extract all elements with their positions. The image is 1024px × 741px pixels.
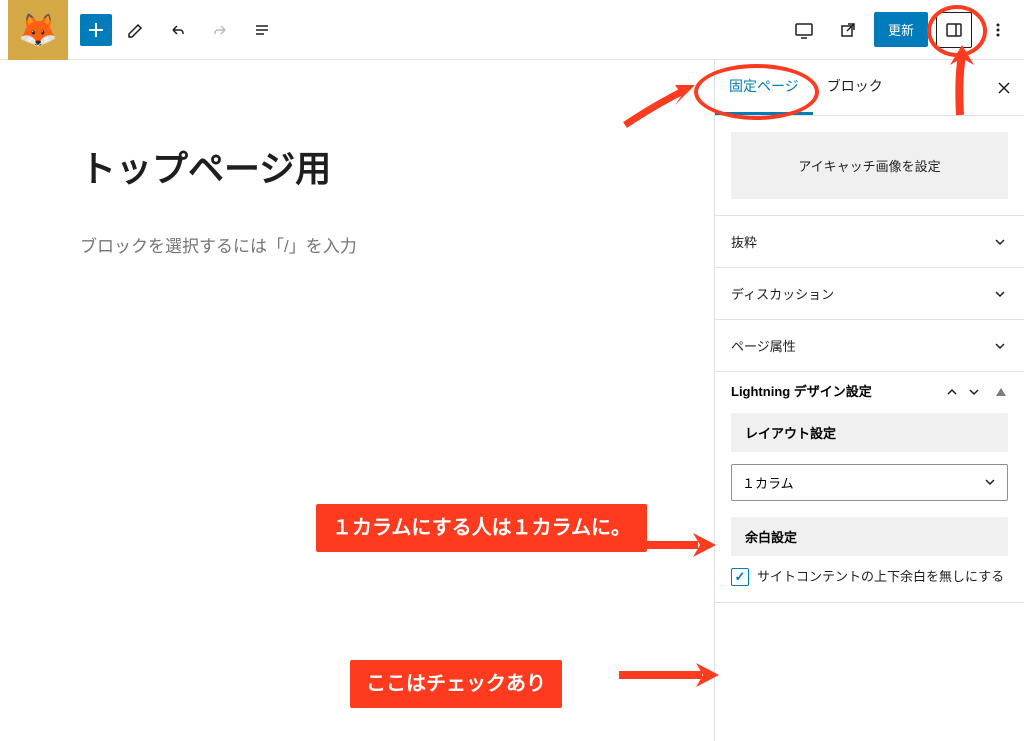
chevron-down-icon — [992, 286, 1008, 302]
plus-icon — [86, 20, 106, 40]
chevron-down-icon — [983, 475, 997, 489]
panel-toggle-excerpt[interactable]: 抜粋 — [715, 216, 1024, 267]
main-area: トップページ用 ブロックを選択するには「/」を入力 固定ページ ブロック アイキ… — [0, 60, 1024, 741]
settings-sidebar: 固定ページ ブロック アイキャッチ画像を設定 抜粋 ディスカッション — [714, 60, 1024, 741]
desktop-icon — [793, 19, 815, 41]
annotation-column-note: １カラムにする人は１カラムに。 — [316, 504, 647, 552]
close-icon — [996, 80, 1012, 96]
toolbar-right: 更新 — [786, 12, 1016, 48]
chevron-down-icon — [966, 384, 982, 400]
external-link-icon — [838, 20, 858, 40]
toolbar-left — [80, 12, 280, 48]
chevron-down-icon — [992, 234, 1008, 250]
chevron-down-icon — [992, 338, 1008, 354]
page-title[interactable]: トップページ用 — [80, 140, 654, 192]
sidebar-icon — [944, 20, 964, 40]
layout-select[interactable]: １カラム — [731, 464, 1008, 501]
undo-icon — [168, 20, 188, 40]
document-overview-button[interactable] — [244, 12, 280, 48]
chevron-up-icon — [944, 384, 960, 400]
checkbox-label: サイトコンテントの上下余白を無しにする — [757, 568, 1004, 586]
editor-canvas[interactable]: トップページ用 ブロックを選択するには「/」を入力 — [0, 60, 714, 741]
settings-sidebar-toggle[interactable] — [936, 12, 972, 48]
set-featured-image-button[interactable]: アイキャッチ画像を設定 — [731, 132, 1008, 199]
checkbox-checked[interactable]: ✓ — [731, 568, 749, 586]
site-logo[interactable]: 🦊 — [8, 0, 68, 60]
layout-section-title: レイアウト設定 — [731, 413, 1008, 452]
preview-button[interactable] — [830, 12, 866, 48]
annotation-check-note: ここはチェックあり — [350, 660, 562, 708]
panel-label: 抜粋 — [731, 232, 757, 251]
tab-page[interactable]: 固定ページ — [715, 60, 813, 115]
select-value: １カラム — [742, 473, 794, 492]
panel-label: ページ属性 — [731, 336, 796, 355]
panel-page-attributes: ページ属性 — [715, 320, 1024, 372]
list-icon — [252, 20, 272, 40]
close-sidebar-button[interactable] — [984, 72, 1024, 104]
panel-label: Lightning デザイン設定 — [731, 384, 938, 401]
redo-button[interactable] — [202, 12, 238, 48]
update-button[interactable]: 更新 — [874, 12, 928, 47]
more-options-button[interactable] — [980, 12, 1016, 48]
panel-toggle-discussion[interactable]: ディスカッション — [715, 268, 1024, 319]
view-button[interactable] — [786, 12, 822, 48]
add-block-button[interactable] — [80, 14, 112, 46]
top-toolbar: 🦊 更新 — [0, 0, 1024, 60]
lightning-panel-body: レイアウト設定 １カラム 余白設定 ✓ サイトコンテントの上下余白を無しにする — [715, 413, 1024, 602]
margin-checkbox-row[interactable]: ✓ サイトコンテントの上下余白を無しにする — [731, 568, 1008, 586]
panel-toggle-page-attrs[interactable]: ページ属性 — [715, 320, 1024, 371]
pencil-icon — [126, 20, 146, 40]
undo-button[interactable] — [160, 12, 196, 48]
redo-icon — [210, 20, 230, 40]
more-vertical-icon — [988, 20, 1008, 40]
tab-block[interactable]: ブロック — [813, 60, 897, 115]
panel-featured-image: アイキャッチ画像を設定 — [715, 116, 1024, 216]
panel-discussion: ディスカッション — [715, 268, 1024, 320]
margin-section-title: 余白設定 — [731, 517, 1008, 556]
panel-lightning-design: Lightning デザイン設定 レイアウト設定 １カラム 余白設定 ✓ サイト… — [715, 372, 1024, 603]
panel-toggle-lightning[interactable]: Lightning デザイン設定 — [715, 372, 1024, 413]
edit-mode-button[interactable] — [118, 12, 154, 48]
panel-excerpt: 抜粋 — [715, 216, 1024, 268]
sidebar-tabs: 固定ページ ブロック — [715, 60, 1024, 116]
block-placeholder[interactable]: ブロックを選択するには「/」を入力 — [80, 232, 654, 257]
panel-label: ディスカッション — [731, 284, 834, 303]
triangle-up-icon — [994, 385, 1008, 399]
